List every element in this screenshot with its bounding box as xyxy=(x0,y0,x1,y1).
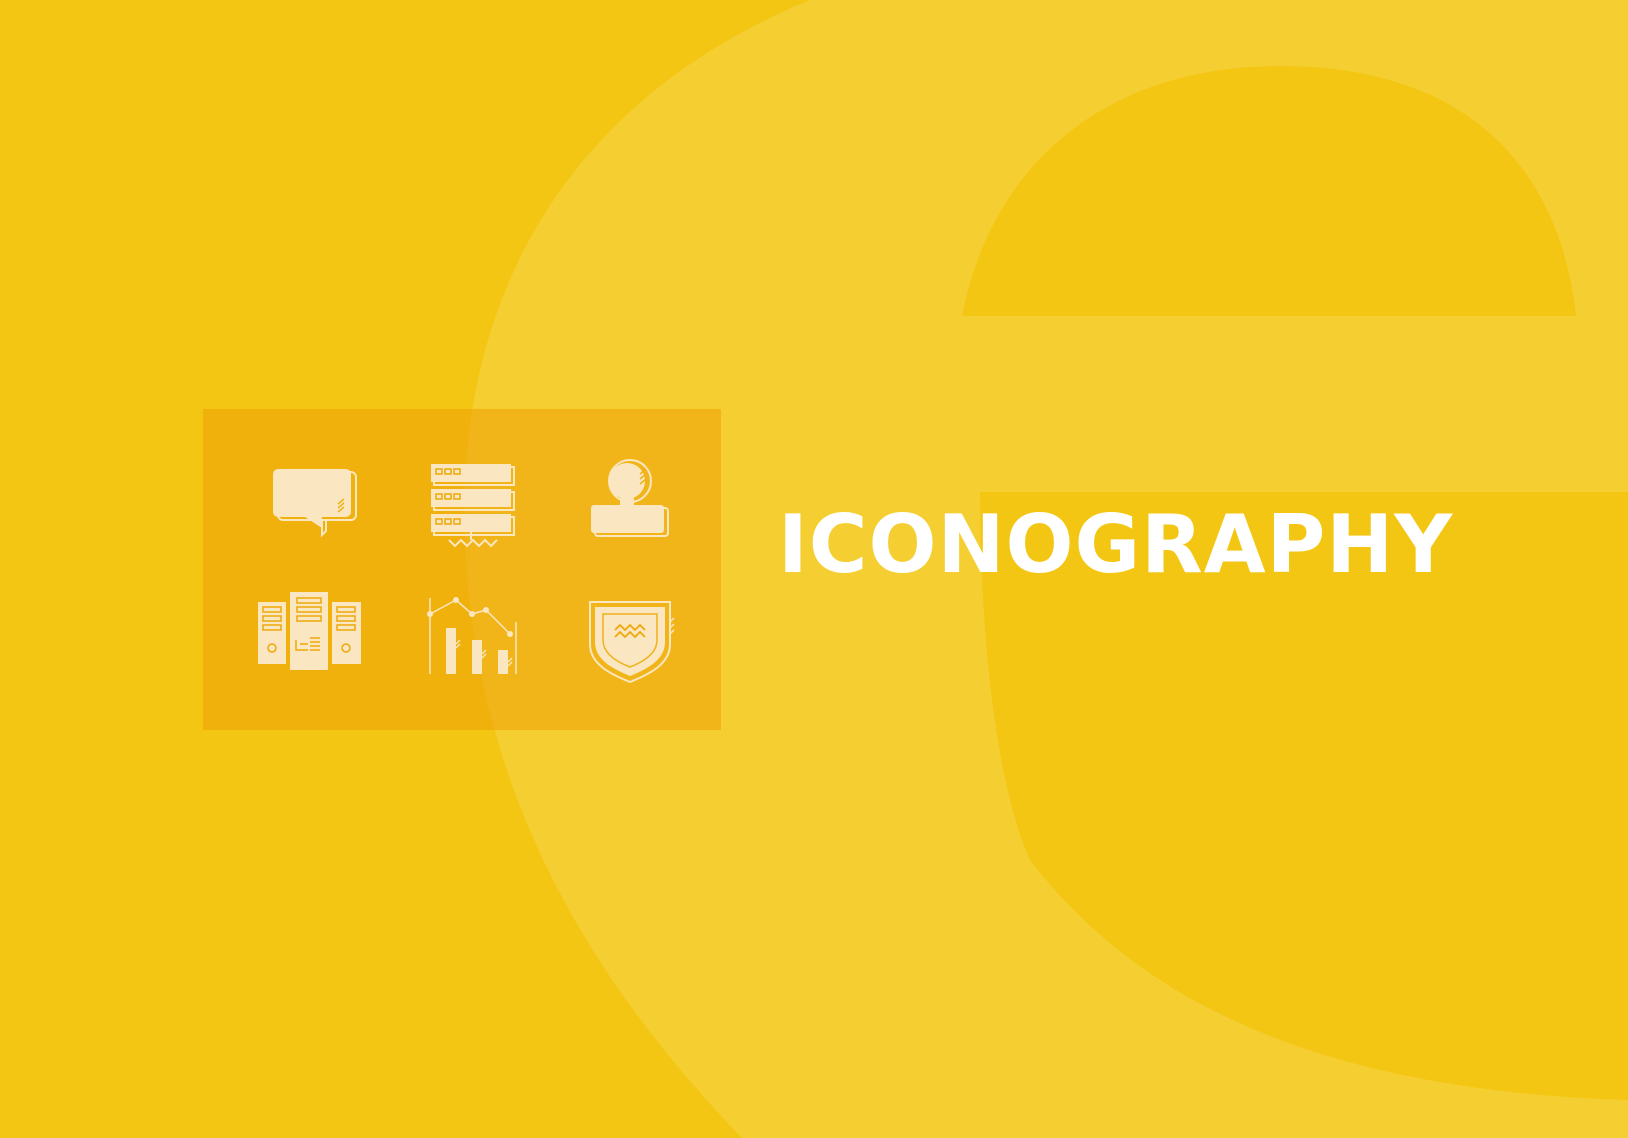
page-title: ICONOGRAPHY xyxy=(778,498,1454,591)
speech-bubble-icon xyxy=(260,452,370,562)
bar-chart-icon xyxy=(416,592,526,702)
server-rack-icon xyxy=(416,452,526,562)
computer-towers-icon xyxy=(258,592,368,702)
user-profile-icon xyxy=(576,452,686,562)
icon-showcase-panel xyxy=(203,409,721,730)
shield-icon xyxy=(575,592,685,702)
